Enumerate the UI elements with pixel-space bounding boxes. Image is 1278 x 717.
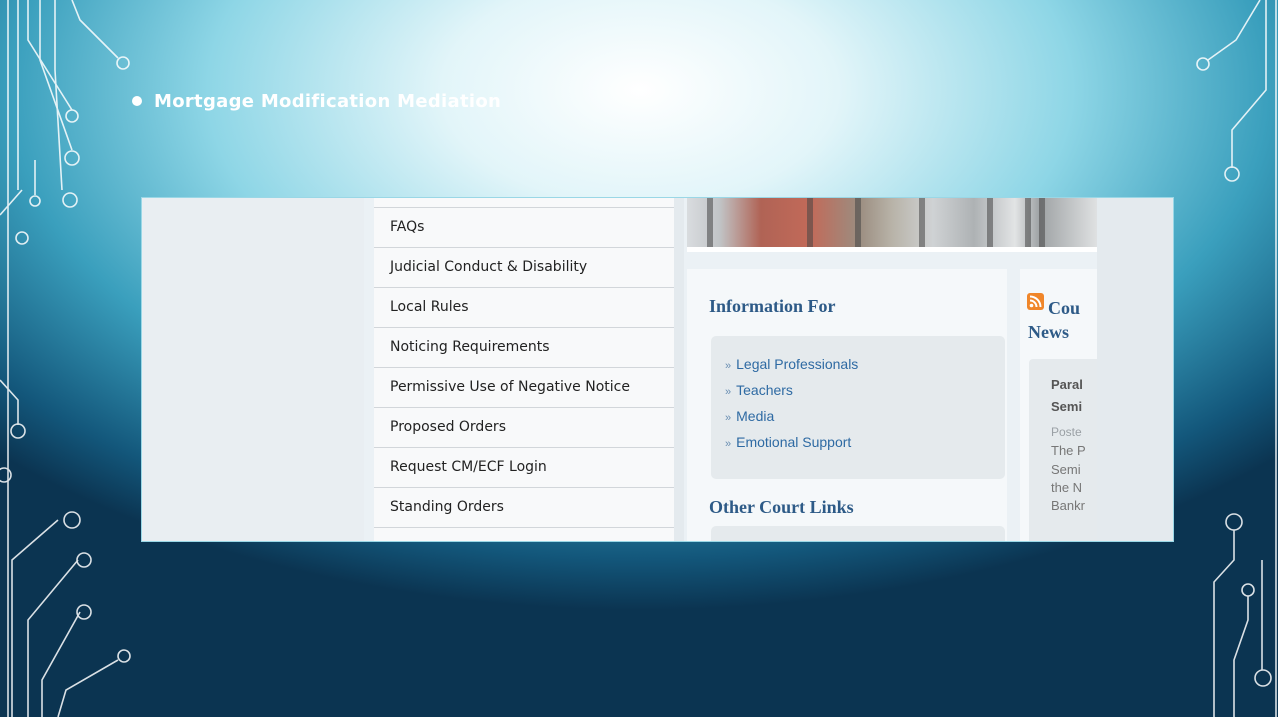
sidebar-item-proposed-orders[interactable]: Proposed Orders [374,408,674,448]
column-separator [674,198,684,541]
sidebar-item-noticing-requirements[interactable]: Noticing Requirements [374,328,674,368]
sidebar-item-permissive-use[interactable]: Permissive Use of Negative Notice [374,368,674,408]
news-posted-date: Poste [1051,425,1082,439]
information-for-links: » Legal Professionals » Teachers » Media » E… [725,351,858,455]
hero-image [687,198,1097,252]
news-body-line: The P [1051,443,1086,458]
information-for-heading: Information For [709,296,836,316]
sidebar-item-faqs[interactable]: FAQs [374,208,674,248]
link-teachers[interactable]: » Teachers [725,377,858,403]
news-headline[interactable]: Paral [1051,377,1083,392]
sidebar-item-request-login[interactable]: Request CM/ECF Login [374,448,674,488]
chevron-icon: » [725,386,732,398]
news-body-line: the N [1051,480,1083,495]
news-title: Cou [1048,298,1081,318]
circuit-decoration-left [0,0,131,717]
sidebar-item-judicial-conduct[interactable]: Judicial Conduct & Disability [374,248,674,288]
slide: Mortgage Modification Mediation FAQs Jud… [0,0,1278,717]
news-body-line: Bankr [1051,498,1085,513]
page-gutter-right [1097,198,1173,541]
chevron-icon: » [725,412,732,424]
website-screenshot: FAQs Judicial Conduct & Disability Local… [141,197,1174,542]
rss-icon[interactable] [1027,293,1044,310]
news-headline-line2[interactable]: Semi [1051,399,1082,414]
bullet-dot [132,96,142,106]
link-legal-professionals[interactable]: » Legal Professionals [725,351,858,377]
other-court-links-box [711,526,1005,541]
news-body-line: Semi [1051,462,1081,477]
sidebar-item-standing-orders[interactable]: Standing Orders [374,488,674,528]
news-title-line2: News [1028,322,1069,342]
nav-divider [374,198,674,208]
chevron-icon: » [725,360,732,372]
link-emotional-support[interactable]: » Emotional Support [725,429,858,455]
chevron-icon: » [725,438,732,450]
circuit-decoration-right [1196,0,1277,717]
other-court-links-heading: Other Court Links [709,497,854,517]
slide-bullet: Mortgage Modification Mediation [132,88,501,114]
slide-title: Mortgage Modification Mediation [154,90,502,112]
sidebar-nav: FAQs Judicial Conduct & Disability Local… [374,198,674,541]
page-gutter-left [142,198,364,541]
sidebar-item-local-rules[interactable]: Local Rules [374,288,674,328]
link-media[interactable]: » Media [725,403,858,429]
